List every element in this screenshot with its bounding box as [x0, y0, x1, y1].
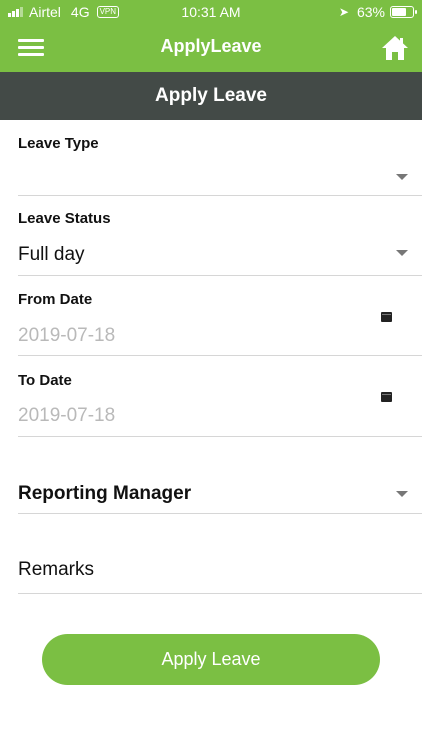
leave-type-select[interactable]: Leave Type [18, 120, 422, 196]
page-title: Apply Leave [0, 72, 422, 120]
leave-status-value: Full day [18, 244, 85, 265]
location-arrow-icon: ➤ [338, 5, 349, 19]
status-bar: Airtel 4G VPN 10:31 AM ➤ 63% [0, 0, 422, 24]
battery-percent: 63% [356, 4, 385, 20]
status-right: ➤ 63% [338, 4, 417, 20]
from-date-field[interactable]: From Date 2019-07-18 [18, 276, 422, 356]
reporting-manager-select[interactable]: Reporting Manager [18, 437, 422, 514]
home-icon[interactable] [380, 33, 410, 63]
from-date-label: From Date [18, 291, 93, 308]
reporting-manager-label: Reporting Manager [18, 483, 192, 504]
app-title: ApplyLeave [160, 36, 262, 56]
from-date-value[interactable]: 2019-07-18 [18, 325, 115, 347]
remarks-input[interactable]: Remarks [18, 559, 94, 581]
battery-icon [390, 6, 417, 18]
remarks-field[interactable]: Remarks [18, 514, 422, 594]
leave-type-label: Leave Type [18, 135, 99, 152]
apply-leave-button[interactable]: Apply Leave [42, 634, 380, 685]
calendar-icon[interactable] [381, 312, 392, 322]
chevron-down-icon[interactable] [396, 250, 408, 256]
calendar-icon[interactable] [381, 392, 392, 402]
app-nav-bar: ApplyLeave [0, 24, 422, 72]
to-date-label: To Date [18, 372, 72, 389]
leave-status-select[interactable]: Leave Status Full day [18, 196, 422, 276]
to-date-field[interactable]: To Date 2019-07-18 [18, 356, 422, 437]
chevron-down-icon[interactable] [396, 174, 408, 180]
chevron-down-icon[interactable] [396, 491, 408, 497]
leave-status-label: Leave Status [18, 210, 111, 227]
to-date-value[interactable]: 2019-07-18 [18, 405, 115, 427]
